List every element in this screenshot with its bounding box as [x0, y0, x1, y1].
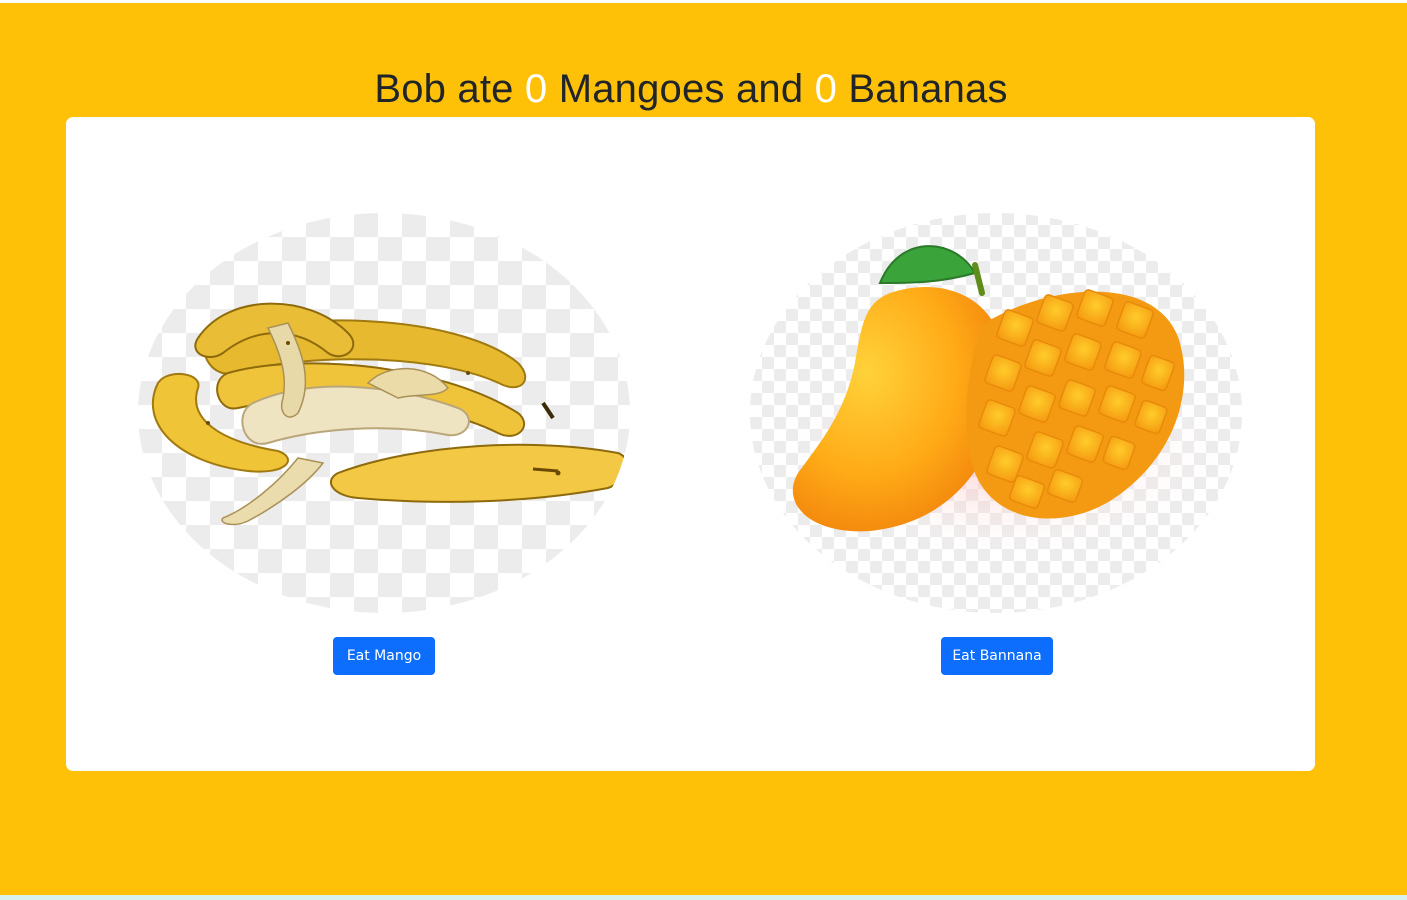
fruit-card: Eat Mango Eat Bannana: [66, 117, 1315, 771]
bottom-strip: [0, 895, 1407, 900]
title-suffix: Bananas: [837, 67, 1008, 111]
mango-count: 0: [524, 67, 548, 111]
page-title: Bob ate 0 Mangoes and 0 Bananas: [0, 61, 1382, 117]
eat-banana-button[interactable]: Eat Bannana: [941, 637, 1053, 675]
banana-bunch-image: [138, 213, 630, 613]
title-prefix: Bob ate: [374, 67, 525, 111]
title-middle: Mangoes and: [547, 67, 815, 111]
mango-image: [750, 213, 1242, 613]
left-fruit-column: Eat Mango: [66, 117, 690, 771]
banana-count: 0: [814, 67, 838, 111]
eat-mango-button[interactable]: Eat Mango: [333, 637, 435, 675]
page-background: Bob ate 0 Mangoes and 0 Bananas Eat Mang…: [0, 3, 1407, 895]
right-fruit-column: Eat Bannana: [691, 117, 1315, 771]
